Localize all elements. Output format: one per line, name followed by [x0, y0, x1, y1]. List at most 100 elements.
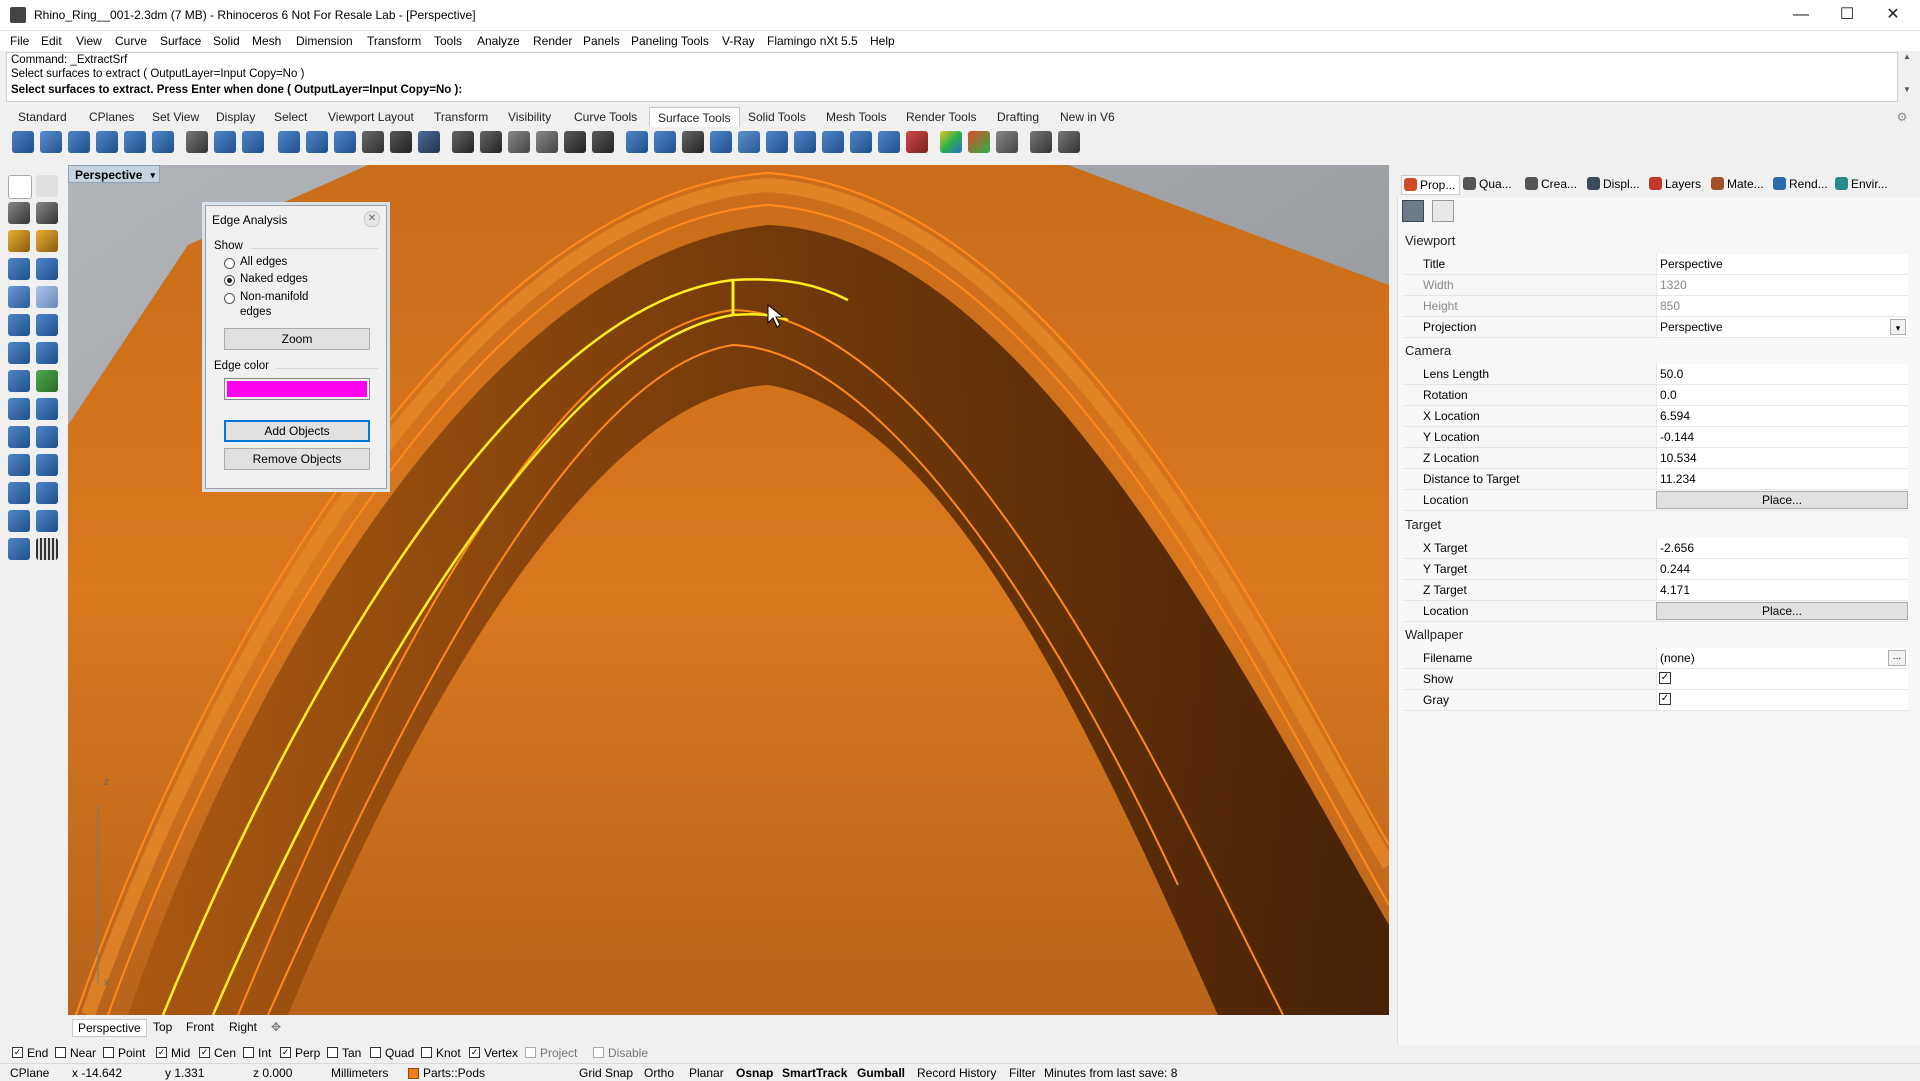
extrude-icon[interactable] — [36, 314, 58, 336]
menu-solid[interactable]: Solid — [213, 34, 240, 48]
tab-transform[interactable]: Transform — [426, 107, 496, 127]
tab-top[interactable]: Top — [148, 1019, 177, 1035]
points-on-icon[interactable] — [682, 131, 704, 153]
sweep-icon[interactable] — [822, 131, 844, 153]
split-edge-icon[interactable] — [306, 131, 328, 153]
network-surface-icon[interactable] — [766, 131, 788, 153]
split-icon[interactable] — [36, 454, 58, 476]
osnap-mid[interactable]: ✓ Mid — [156, 1046, 190, 1060]
move-icon[interactable] — [8, 482, 30, 504]
zoom-button[interactable]: Zoom — [224, 328, 370, 350]
patch-icon[interactable] — [710, 131, 732, 153]
naked-edges-radio[interactable] — [224, 275, 235, 286]
lens-length-field[interactable]: 50.0 — [1656, 364, 1908, 384]
menu-transform[interactable]: Transform — [367, 34, 421, 48]
toolbar-settings-icon[interactable]: ⚙ — [1892, 107, 1912, 127]
osnap-tan[interactable]: Tan — [327, 1046, 361, 1060]
tab-select[interactable]: Select — [266, 107, 315, 127]
y-location-field[interactable]: -0.144 — [1656, 427, 1908, 447]
tab-environment[interactable]: Envir... — [1833, 175, 1888, 193]
tab-create[interactable]: Crea... — [1523, 175, 1577, 193]
heightfield-icon[interactable] — [878, 131, 900, 153]
scale-icon[interactable] — [8, 510, 30, 532]
tab-rendering[interactable]: Rend... — [1771, 175, 1828, 193]
menu-analyze[interactable]: Analyze — [477, 34, 520, 48]
tab-cplanes[interactable]: CPlanes — [81, 107, 142, 127]
viewport-frame-icon[interactable] — [1432, 200, 1454, 222]
grid-snap-toggle[interactable]: Grid Snap — [579, 1066, 633, 1080]
osnap-disable[interactable]: Disable — [593, 1046, 648, 1060]
osnap-end[interactable]: ✓ End — [12, 1046, 48, 1060]
menu-paneling-tools[interactable]: Paneling Tools — [631, 34, 709, 48]
tween-surfaces-icon[interactable] — [564, 131, 586, 153]
chamfer-surface-icon[interactable] — [40, 131, 62, 153]
non-manifold-radio[interactable] — [224, 293, 235, 304]
tab-layers[interactable]: Layers — [1647, 175, 1701, 193]
osnap-near-checkbox[interactable] — [55, 1047, 66, 1058]
menu-file[interactable]: File — [10, 34, 29, 48]
x-target-field[interactable]: -2.656 — [1656, 538, 1908, 558]
add-objects-button[interactable]: Add Objects — [224, 420, 370, 442]
polygon-icon[interactable] — [36, 258, 58, 280]
rectangle-icon[interactable] — [8, 258, 30, 280]
tab-visibility[interactable]: Visibility — [500, 107, 559, 127]
osnap-disable-checkbox[interactable] — [593, 1047, 604, 1058]
menu-mesh[interactable]: Mesh — [252, 34, 281, 48]
draft-angle-icon[interactable] — [968, 131, 990, 153]
projection-select[interactable]: Perspective — [1656, 317, 1908, 337]
chevron-down-icon[interactable]: ▾ — [1890, 319, 1906, 335]
symmetry-icon[interactable] — [592, 131, 614, 153]
tab-front[interactable]: Front — [181, 1019, 219, 1035]
tab-materials[interactable]: Mate... — [1709, 175, 1764, 193]
all-edges-radio[interactable] — [224, 258, 235, 269]
cone-icon[interactable] — [8, 426, 30, 448]
tab-curve-tools[interactable]: Curve Tools — [566, 107, 645, 127]
osnap-vertex-checkbox[interactable]: ✓ — [469, 1047, 480, 1058]
tab-drafting[interactable]: Drafting — [989, 107, 1047, 127]
tab-set-view[interactable]: Set View — [144, 107, 207, 127]
surface-corner-icon[interactable] — [8, 314, 30, 336]
variable-fillet-icon[interactable] — [96, 131, 118, 153]
camera-place-button[interactable]: Place... — [1656, 491, 1908, 509]
osnap-tan-checkbox[interactable] — [327, 1047, 338, 1058]
menu-flamingo[interactable]: Flamingo nXt 5.5 — [767, 34, 858, 48]
osnap-int[interactable]: Int — [243, 1046, 271, 1060]
close-icon[interactable]: ✕ — [364, 211, 380, 227]
menu-help[interactable]: Help — [870, 34, 895, 48]
menu-vray[interactable]: V-Ray — [722, 34, 755, 48]
tab-viewport-layout[interactable]: Viewport Layout — [320, 107, 422, 127]
match-surface-icon[interactable] — [242, 131, 264, 153]
contour-icon[interactable] — [1030, 131, 1052, 153]
osnap-point[interactable]: Point — [103, 1046, 145, 1060]
osnap-toggle[interactable]: Osnap — [736, 1066, 773, 1080]
menu-tools[interactable]: Tools — [434, 34, 462, 48]
tab-display[interactable]: Displ... — [1585, 175, 1640, 193]
zebra-analysis-icon[interactable] — [940, 131, 962, 153]
fillet-edge-icon[interactable] — [36, 398, 58, 420]
arc-icon[interactable] — [36, 230, 58, 252]
add-viewport-icon[interactable]: ✥ — [266, 1019, 286, 1035]
close-window-button[interactable]: ✕ — [1870, 0, 1916, 30]
osnap-point-checkbox[interactable] — [103, 1047, 114, 1058]
fillet-surface-icon[interactable] — [12, 131, 34, 153]
menu-render[interactable]: Render — [533, 34, 572, 48]
pyramid-icon[interactable] — [36, 426, 58, 448]
fit-surface-icon[interactable] — [508, 131, 530, 153]
maximize-button[interactable]: ☐ — [1824, 0, 1870, 30]
array-icon[interactable] — [8, 538, 30, 560]
gumball-toggle[interactable]: Gumball — [857, 1066, 905, 1080]
units-indicator[interactable]: Millimeters — [331, 1066, 388, 1080]
z-location-field[interactable]: 10.534 — [1656, 448, 1908, 468]
x-location-field[interactable]: 6.594 — [1656, 406, 1908, 426]
point-icon[interactable] — [36, 175, 58, 197]
merge-surface-icon[interactable] — [214, 131, 236, 153]
cylinder-icon[interactable] — [738, 131, 760, 153]
osnap-knot-checkbox[interactable] — [421, 1047, 432, 1058]
change-degree-icon[interactable] — [536, 131, 558, 153]
osnap-mid-checkbox[interactable]: ✓ — [156, 1047, 167, 1058]
browse-button[interactable]: ... — [1888, 650, 1906, 666]
osnap-quad-checkbox[interactable] — [370, 1047, 381, 1058]
viewport-title[interactable]: Perspective ▾ — [68, 165, 160, 183]
osnap-perp-checkbox[interactable]: ✓ — [280, 1047, 291, 1058]
title-field[interactable]: Perspective — [1656, 254, 1908, 274]
